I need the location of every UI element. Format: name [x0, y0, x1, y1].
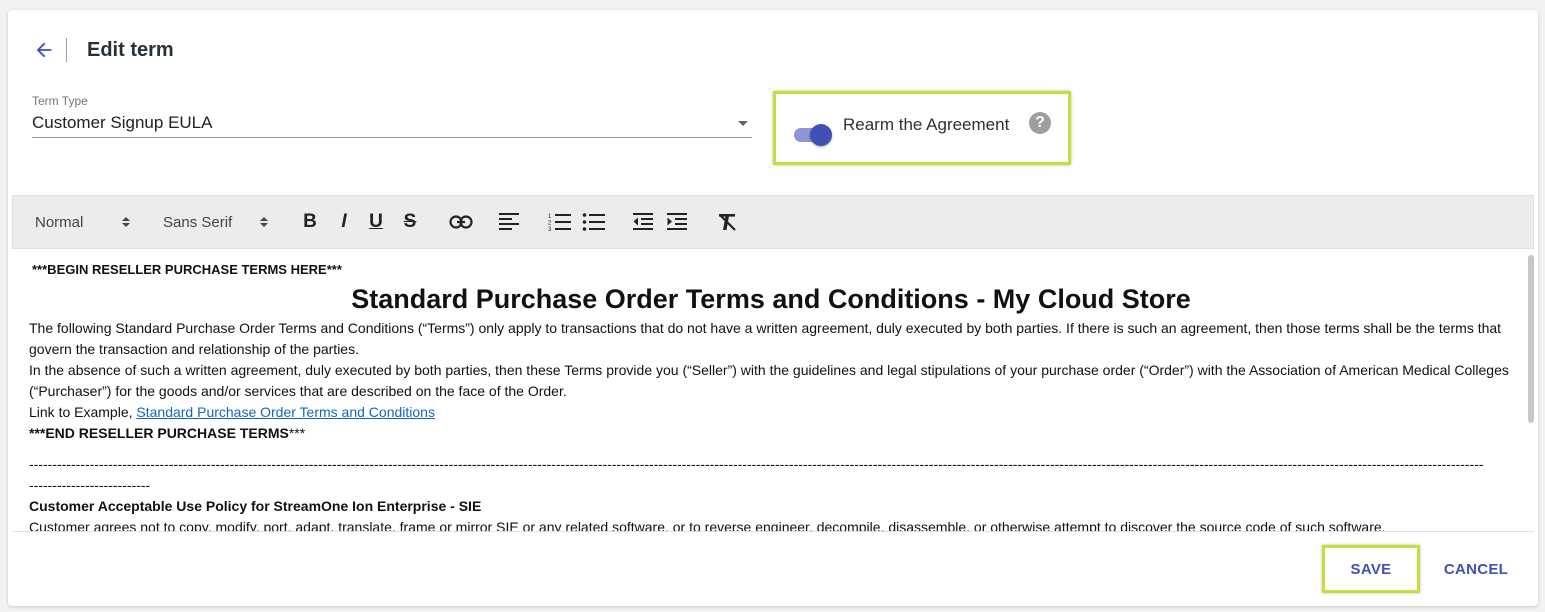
svg-text:2: 2: [548, 221, 552, 227]
svg-text:1: 1: [548, 214, 552, 220]
underline-icon: U: [369, 211, 383, 232]
terms-link[interactable]: Standard Purchase Order Terms and Condit…: [136, 404, 435, 420]
term-type-field[interactable]: Customer Signup EULA: [32, 108, 752, 138]
clear-format-button[interactable]: [715, 196, 739, 248]
up-down-icon: [260, 217, 268, 227]
arrow-left-icon: [36, 42, 52, 58]
dropdown-arrow-icon[interactable]: [738, 121, 748, 126]
header-divider: [66, 38, 67, 62]
terms-paragraph-1: The following Standard Purchase Order Te…: [29, 320, 1502, 357]
page-header: Edit term: [32, 36, 174, 64]
term-type-value: Customer Signup EULA: [32, 112, 213, 132]
size-select[interactable]: Normal: [35, 196, 135, 248]
indent-button[interactable]: [665, 196, 689, 248]
end-marker: ***END RESELLER PURCHASE TERMS***: [29, 423, 1513, 444]
link-button[interactable]: [447, 196, 475, 248]
italic-icon: I: [341, 211, 347, 232]
term-type-select[interactable]: Term Type Customer Signup EULA: [32, 94, 752, 138]
page-title: Edit term: [87, 38, 174, 61]
bold-button[interactable]: B: [300, 196, 320, 248]
align-left-icon: [499, 213, 519, 230]
link-prefix: Link to Example,: [29, 404, 137, 420]
separator-line-end: --------------------------: [29, 477, 151, 493]
ordered-list-button[interactable]: 1 2 3: [547, 196, 573, 248]
outdent-icon: [633, 213, 653, 230]
rearm-label: Rearm the Agreement: [843, 115, 1010, 134]
edit-term-card: Edit term Term Type Customer Signup EULA…: [8, 10, 1538, 606]
clear-format-icon: [719, 214, 736, 231]
ordered-list-icon: 1 2 3: [548, 214, 571, 232]
policy-title: Customer Acceptable Use Policy for Strea…: [29, 498, 482, 514]
save-button[interactable]: SAVE: [1322, 545, 1420, 593]
outdent-button[interactable]: [631, 196, 655, 248]
font-select[interactable]: Sans Serif: [163, 196, 275, 248]
rearm-toggle[interactable]: [792, 123, 834, 147]
svg-text:3: 3: [548, 227, 552, 232]
terms-editor[interactable]: ***BEGIN RESELLER PURCHASE TERMS HERE***…: [12, 249, 1534, 532]
italic-button[interactable]: I: [334, 196, 354, 248]
up-down-icon: [122, 217, 130, 227]
cancel-button[interactable]: CANCEL: [1426, 545, 1526, 593]
underline-button[interactable]: U: [366, 196, 386, 248]
editor-scrollbar[interactable]: [1528, 255, 1534, 423]
back-button[interactable]: [32, 38, 56, 62]
size-select-value: Normal: [35, 213, 84, 231]
terms-heading: Standard Purchase Order Terms and Condit…: [351, 284, 1191, 314]
help-icon[interactable]: ?: [1029, 112, 1051, 134]
editor-content[interactable]: ***BEGIN RESELLER PURCHASE TERMS HERE***…: [29, 259, 1513, 532]
end-marker-rest: ***: [288, 425, 306, 441]
link-icon: [449, 215, 473, 229]
strikethrough-icon: S: [403, 211, 417, 232]
bullet-list-icon: [582, 213, 605, 231]
policy-text: Customer agrees not to copy, modify, por…: [29, 519, 1386, 532]
terms-paragraph-2: In the absence of such a written agreeme…: [29, 362, 1509, 399]
toggle-knob: [810, 124, 832, 146]
begin-marker: ***BEGIN RESELLER PURCHASE TERMS HERE***: [32, 262, 342, 277]
link-line: Link to Example, Standard Purchase Order…: [29, 402, 1513, 423]
align-button[interactable]: [497, 196, 521, 248]
end-marker-bold: ***END RESELLER PURCHASE TERMS: [29, 425, 289, 441]
font-select-value: Sans Serif: [163, 213, 233, 231]
indent-icon: [667, 213, 687, 230]
editor-toolbar: Normal Sans Serif B I U S 1 2 3: [12, 195, 1534, 249]
term-type-label: Term Type: [32, 94, 88, 108]
bullet-list-button[interactable]: [581, 196, 607, 248]
bold-icon: B: [303, 211, 317, 232]
separator-line: ----------------------------------------…: [29, 456, 1484, 472]
strike-button[interactable]: S: [399, 196, 421, 248]
